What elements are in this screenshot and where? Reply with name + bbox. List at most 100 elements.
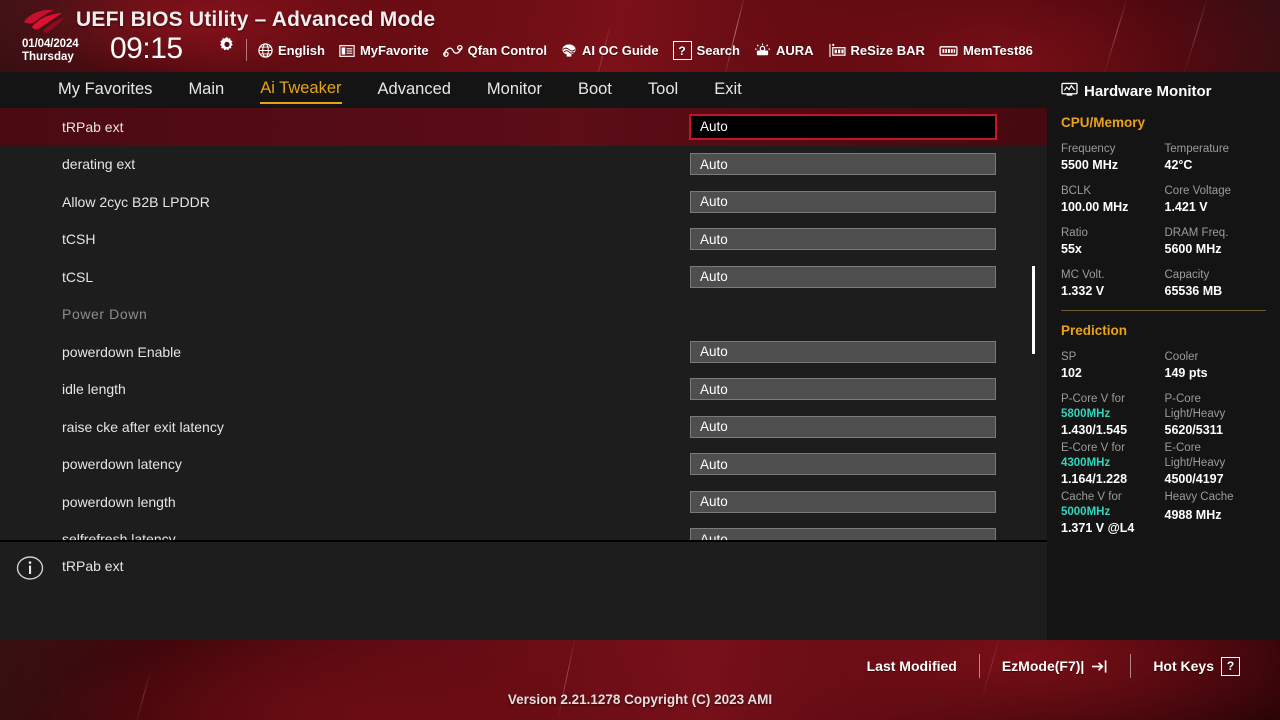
setting-value-field[interactable]: Auto [690, 228, 996, 251]
hw-value: 1.430/1.545 [1061, 423, 1128, 437]
header-streak [1182, 0, 1209, 72]
setting-value-field[interactable]: Auto [690, 490, 996, 513]
tool-ai-oc-guide[interactable]: AI OC Guide [561, 43, 659, 58]
setting-value-field[interactable]: Auto [690, 378, 996, 401]
hw-value: 42°C [1164, 158, 1193, 172]
setting-label: Allow 2cyc B2B LPDDR [62, 193, 210, 210]
hw-key: Frequency [1061, 143, 1116, 155]
hw-cell-heavy-cache: Heavy Cache 4988 MHz [1165, 490, 1269, 536]
settings-list: tRPab ext Auto derating ext Auto Allow 2… [0, 108, 1047, 540]
setting-value-field[interactable]: Auto [690, 340, 996, 363]
tool-label: Search [696, 43, 740, 58]
header-divider [246, 39, 247, 61]
hw-value: 149 pts [1164, 366, 1208, 380]
setting-value-field[interactable]: Auto [690, 265, 996, 288]
hw-key: Temperature [1164, 143, 1230, 155]
tab-monitor[interactable]: Monitor [487, 78, 542, 103]
clock-text: 09:15 [110, 32, 183, 65]
hw-key: P-Core [1164, 393, 1201, 405]
info-icon [16, 554, 44, 582]
hw-value: 100.00 MHz [1061, 200, 1129, 214]
help-info-bar: tRPab ext [0, 540, 1047, 640]
setting-value-field[interactable]: Auto [690, 190, 996, 213]
gear-icon[interactable] [218, 36, 236, 54]
hw-value: 102 [1061, 366, 1082, 380]
hw-row: BCLK 100.00 MHz Core Voltage 1.421 V [1061, 184, 1268, 215]
tab-tool[interactable]: Tool [648, 78, 678, 103]
tool-label: Qfan Control [467, 43, 548, 58]
tool-label: ReSize BAR [850, 43, 925, 58]
setting-row-trpab-ext[interactable]: tRPab ext Auto [0, 108, 1047, 146]
tool-myfavorite[interactable]: MyFavorite [339, 43, 429, 58]
rog-logo-icon [22, 8, 66, 34]
tab-exit[interactable]: Exit [714, 78, 742, 103]
setting-row-derating-ext[interactable]: derating ext Auto [0, 146, 1047, 184]
tool-search[interactable]: ? Search [672, 41, 740, 60]
monitor-icon [1061, 82, 1078, 101]
header-bar: UEFI BIOS Utility – Advanced Mode 01/04/… [0, 0, 1280, 72]
hw-key: E-Core V for [1061, 442, 1125, 454]
hw-key-2: Light/Heavy [1164, 457, 1226, 469]
date-text: 01/04/2024 [22, 38, 79, 50]
setting-label: derating ext [62, 156, 136, 173]
setting-label: raise cke after exit latency [62, 418, 224, 435]
resize-bar-icon [828, 43, 846, 58]
question-box-icon: ? [1221, 656, 1240, 676]
setting-value-field[interactable]: Auto [690, 153, 996, 176]
setting-row-tcsh[interactable]: tCSH Auto [0, 221, 1047, 259]
hw-key: E-Core [1164, 442, 1201, 454]
day-text: Thursday [22, 51, 74, 63]
setting-row-raise-cke-after-exit-latency[interactable]: raise cke after exit latency Auto [0, 408, 1047, 446]
tool-label: English [278, 43, 325, 58]
tab-my-favorites[interactable]: My Favorites [58, 78, 152, 103]
settings-scrollbar-thumb[interactable] [1032, 266, 1035, 354]
tab-ai-tweaker[interactable]: Ai Tweaker [260, 77, 342, 104]
setting-row-powerdown-length[interactable]: powerdown length Auto [0, 483, 1047, 521]
tool-english[interactable]: English [258, 43, 325, 58]
arrow-right-icon [1091, 659, 1108, 674]
hw-cell-pcore-voltage: P-Core V for 5800MHz 1.430/1.545 [1061, 392, 1165, 438]
tool-label: AI OC Guide [582, 43, 659, 58]
version-text: Version 2.21.1278 Copyright (C) 2023 AMI [507, 692, 773, 707]
hw-value: 5500 MHz [1061, 158, 1118, 172]
setting-value-field[interactable]: Auto [690, 528, 996, 540]
setting-row-powerdown-latency[interactable]: powerdown latency Auto [0, 446, 1047, 484]
setting-row-tcsl[interactable]: tCSL Auto [0, 258, 1047, 296]
setting-row-allow-2cyc-b2b-lpddr[interactable]: Allow 2cyc B2B LPDDR Auto [0, 183, 1047, 221]
tool-resize-bar[interactable]: ReSize BAR [828, 43, 925, 58]
hw-value: 4500/4197 [1164, 472, 1224, 486]
ezmode-label: EzMode(F7)| [1001, 658, 1085, 674]
header-streak [723, 0, 746, 72]
hw-cell-capacity: Capacity 65536 MB [1165, 268, 1269, 299]
hw-value: 65536 MB [1164, 284, 1223, 298]
setting-row-idle-length[interactable]: idle length Auto [0, 371, 1047, 409]
tab-main[interactable]: Main [188, 78, 224, 103]
setting-label: powerdown length [62, 493, 176, 510]
ezmode-button[interactable]: EzMode(F7)| [980, 658, 1130, 674]
setting-row-selfrefresh-latency[interactable]: selfrefresh latency Auto [0, 521, 1047, 540]
hw-value: 5620/5311 [1164, 423, 1223, 437]
tool-memtest86[interactable]: MemTest86 [939, 43, 1033, 58]
last-modified-button[interactable]: Last Modified [845, 658, 979, 674]
info-bar-text: tRPab ext [62, 558, 124, 574]
tab-advanced[interactable]: Advanced [378, 78, 451, 103]
hw-row: Ratio 55x DRAM Freq. 5600 MHz [1061, 226, 1268, 257]
hw-row: Frequency 5500 MHz Temperature 42°C [1061, 142, 1268, 173]
setting-label: selfrefresh latency [62, 531, 176, 540]
hw-key: MC Volt. [1061, 269, 1105, 281]
setting-row-powerdown-enable[interactable]: powerdown Enable Auto [0, 333, 1047, 371]
tool-aura[interactable]: AURA [754, 43, 814, 58]
hw-key: Heavy Cache [1164, 491, 1234, 503]
hot-keys-button[interactable]: Hot Keys ? [1131, 656, 1262, 676]
tool-label: MemTest86 [962, 43, 1033, 58]
tool-qfan-control[interactable]: Qfan Control [442, 43, 548, 58]
hw-cell-ratio: Ratio 55x [1061, 226, 1165, 257]
setting-value-field[interactable]: Auto [689, 113, 997, 140]
setting-value-field[interactable]: Auto [690, 415, 996, 438]
tab-boot[interactable]: Boot [578, 78, 612, 103]
setting-value-field[interactable]: Auto [690, 453, 996, 476]
hot-keys-label: Hot Keys [1153, 658, 1214, 674]
footer-bar: Last Modified EzMode(F7)| Hot Keys ? Ver… [0, 640, 1280, 720]
hw-cell-pcore-light-heavy: P-Core Light/Heavy 5620/5311 [1165, 392, 1269, 438]
hw-key-accent: 4300MHz [1061, 457, 1111, 469]
